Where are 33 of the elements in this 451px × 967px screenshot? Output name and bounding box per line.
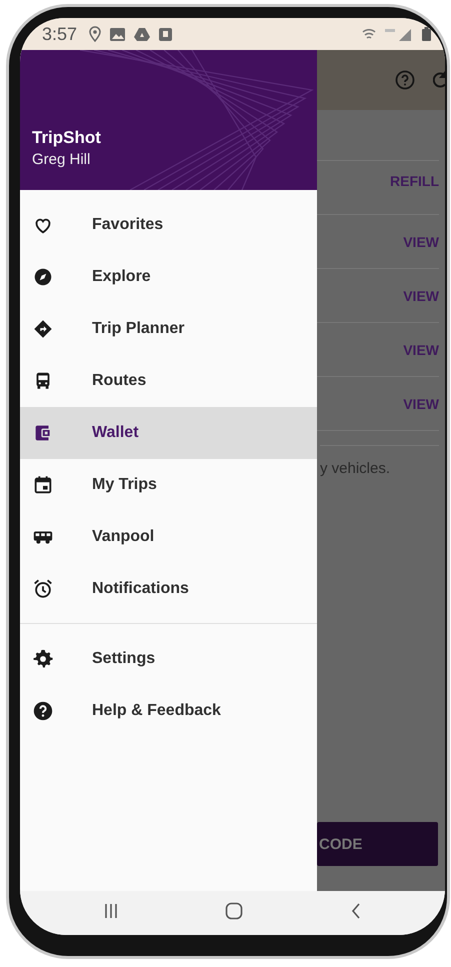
calendar-icon bbox=[32, 474, 54, 496]
battery-icon bbox=[422, 27, 431, 41]
info-text: y vehicles. bbox=[320, 445, 439, 477]
wifi-icon bbox=[362, 27, 376, 41]
help-icon bbox=[32, 700, 54, 722]
signal-icon bbox=[385, 27, 413, 41]
drawer-item[interactable]: Notifications bbox=[20, 563, 317, 615]
drawer-item[interactable]: Help & Feedback bbox=[20, 685, 317, 737]
refresh-icon[interactable] bbox=[433, 70, 445, 90]
location-icon bbox=[89, 26, 102, 42]
drawer-item[interactable]: Wallet bbox=[20, 407, 317, 459]
help-icon[interactable] bbox=[395, 70, 415, 90]
user-name: Greg Hill bbox=[32, 151, 92, 168]
drawer-item[interactable]: Routes bbox=[20, 355, 317, 407]
square-icon bbox=[159, 28, 172, 40]
code-button[interactable]: CODE bbox=[317, 822, 438, 866]
compass-icon bbox=[32, 266, 54, 288]
recent-apps-icon[interactable] bbox=[103, 903, 120, 919]
triangle-icon bbox=[134, 27, 150, 41]
app-name: TripShot bbox=[32, 128, 102, 148]
drawer-item[interactable]: Settings bbox=[20, 633, 317, 685]
alarm-clock-icon bbox=[32, 578, 54, 600]
drawer-item[interactable]: Vanpool bbox=[20, 511, 317, 563]
settings-icon bbox=[32, 648, 54, 670]
status-time: 3:57 bbox=[42, 24, 78, 44]
drawer-item[interactable]: Explore bbox=[20, 251, 317, 303]
directions-icon bbox=[32, 318, 54, 340]
home-icon[interactable] bbox=[225, 902, 244, 920]
drawer-item[interactable]: Favorites bbox=[20, 199, 317, 251]
drawer-item[interactable]: Trip Planner bbox=[20, 303, 317, 355]
drawer-item[interactable]: My Trips bbox=[20, 459, 317, 511]
back-icon[interactable] bbox=[350, 903, 362, 919]
image-icon bbox=[110, 28, 126, 40]
